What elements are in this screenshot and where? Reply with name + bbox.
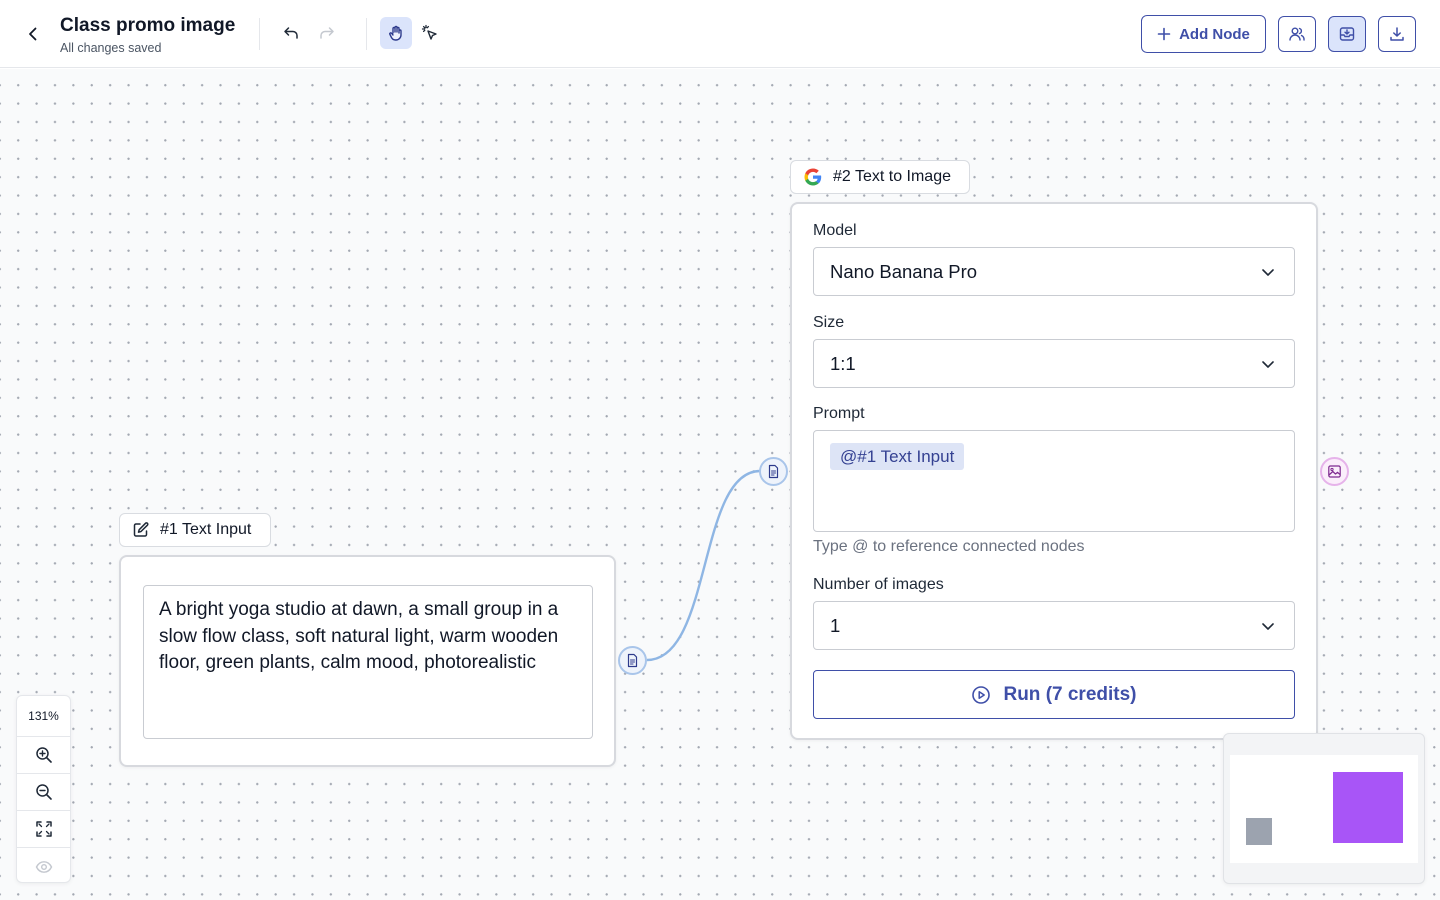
add-node-label: Add Node — [1179, 25, 1250, 43]
eye-icon — [35, 860, 52, 873]
chevron-down-icon — [1262, 360, 1274, 368]
number-of-images-label: Number of images — [813, 576, 944, 593]
share-button[interactable] — [1278, 16, 1316, 52]
save-status: All changes saved — [60, 41, 162, 55]
fit-view-button[interactable] — [17, 811, 70, 848]
model-select-value: Nano Banana Pro — [830, 260, 978, 282]
text-input-node-title: #1 Text Input — [160, 521, 252, 538]
run-button[interactable]: Run (7 credits) — [813, 670, 1295, 719]
document-icon — [627, 653, 638, 668]
workflow-canvas[interactable]: #1 Text Input A bright yoga studio at da… — [0, 69, 1440, 900]
plus-icon — [1157, 27, 1171, 41]
text-input-node-header[interactable]: #1 Text Input — [119, 513, 271, 547]
chevron-left-icon — [29, 27, 37, 41]
undo-button[interactable] — [275, 17, 307, 49]
document-icon — [768, 464, 779, 479]
zoom-out-icon — [35, 784, 52, 800]
text-to-image-node-title: #2 Text to Image — [833, 168, 951, 185]
number-of-images-select[interactable]: 1 — [813, 601, 1295, 650]
text-output-handle[interactable] — [618, 646, 647, 675]
redo-icon — [320, 27, 334, 39]
undo-icon — [284, 27, 298, 39]
image-icon — [1328, 465, 1341, 478]
play-circle-icon — [972, 685, 991, 704]
number-of-images-value: 1 — [830, 614, 841, 636]
page-title[interactable]: Class promo image — [60, 14, 235, 38]
save-to-library-button[interactable] — [1328, 16, 1366, 52]
back-button[interactable] — [20, 21, 46, 47]
divider — [366, 18, 367, 50]
divider — [259, 18, 260, 50]
model-select[interactable]: Nano Banana Pro — [813, 247, 1295, 296]
title-block: Class promo image All changes saved — [60, 14, 235, 56]
run-button-label: Run (7 credits) — [1003, 683, 1137, 705]
tray-download-icon — [1339, 27, 1355, 41]
hand-icon — [389, 25, 402, 41]
zoom-out-button[interactable] — [17, 774, 70, 811]
text-to-image-node-header[interactable]: #2 Text to Image — [790, 160, 970, 194]
prompt-helper-text: Type @ to reference connected nodes — [813, 538, 1085, 555]
size-select-value: 1:1 — [830, 352, 856, 374]
minimap[interactable] — [1223, 733, 1425, 884]
image-output-handle[interactable] — [1320, 457, 1349, 486]
prompt-mention-chip[interactable]: @#1 Text Input — [830, 443, 965, 470]
text-to-image-node[interactable]: Model Nano Banana Pro Size 1:1 Prompt @#… — [790, 202, 1318, 740]
download-icon — [1390, 27, 1404, 41]
chevron-down-icon — [1262, 622, 1274, 630]
select-tool-button[interactable] — [414, 17, 446, 49]
add-node-button[interactable]: Add Node — [1141, 15, 1266, 53]
google-icon — [804, 168, 822, 186]
minimap-node-text-input — [1246, 818, 1272, 845]
toggle-visibility-button[interactable] — [17, 848, 70, 885]
text-input-node[interactable]: A bright yoga studio at dawn, a small gr… — [119, 555, 616, 767]
zoom-controls: 131% — [16, 695, 71, 883]
cursor-click-icon — [421, 24, 437, 40]
minimap-node-text-to-image — [1333, 772, 1403, 843]
zoom-in-icon — [35, 747, 52, 763]
chevron-down-icon — [1262, 268, 1274, 276]
size-label: Size — [813, 314, 845, 331]
fit-view-icon — [35, 821, 52, 837]
prompt-label: Prompt — [813, 405, 865, 422]
users-icon — [1289, 27, 1305, 41]
model-label: Model — [813, 222, 857, 239]
top-bar: Class promo image All changes saved Add … — [0, 0, 1440, 68]
edit-icon — [133, 522, 149, 537]
redo-button[interactable] — [311, 17, 343, 49]
download-button[interactable] — [1378, 16, 1416, 52]
zoom-level: 131% — [17, 696, 70, 737]
prompt-input[interactable]: @#1 Text Input — [813, 430, 1295, 532]
text-input-textarea[interactable]: A bright yoga studio at dawn, a small gr… — [143, 585, 593, 739]
prompt-input-handle[interactable] — [759, 457, 788, 486]
pan-tool-button[interactable] — [380, 17, 412, 49]
size-select[interactable]: 1:1 — [813, 339, 1295, 388]
zoom-in-button[interactable] — [17, 737, 70, 774]
